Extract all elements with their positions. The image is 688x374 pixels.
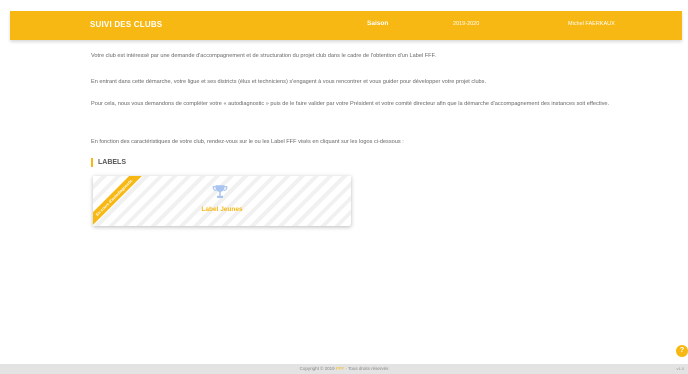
- version-label: v1.0: [676, 366, 684, 371]
- label-jeunes-title: Label Jeunes: [201, 206, 243, 213]
- intro-paragraph-2: En entrant dans cette démarche, votre li…: [91, 79, 487, 85]
- status-ribbon: En cours d'autodiagnostic: [93, 176, 143, 226]
- season-selector[interactable]: 2019-2020: [453, 21, 479, 27]
- app-title[interactable]: SUIVI DES CLUBS: [90, 20, 162, 29]
- footer: Copyright © 2019 FFF · Tous droits réser…: [0, 364, 688, 374]
- status-ribbon-text: En cours d'autodiagnostic: [93, 176, 142, 226]
- copyright-prefix: Copyright © 2019: [299, 366, 335, 371]
- labels-section-title: LABELS: [91, 158, 126, 167]
- help-icon[interactable]: ?: [676, 345, 688, 357]
- copyright-suffix: · Tous droits réservés: [345, 366, 389, 371]
- trophy-icon: [212, 185, 228, 198]
- intro-paragraph-1: Votre club est intéressé par une demande…: [91, 53, 436, 59]
- season-label: Saison: [367, 20, 389, 27]
- user-menu[interactable]: Michel FAERKAUX: [568, 21, 615, 27]
- top-navbar: SUIVI DES CLUBS Saison 2019-2020 Michel …: [10, 11, 682, 40]
- copyright-brand-link[interactable]: FFF: [336, 366, 344, 371]
- intro-paragraph-3: Pour cela, nous vous demandons de complé…: [91, 101, 610, 107]
- intro-paragraph-4: En fonction des caractéristiques de votr…: [91, 139, 404, 145]
- label-jeunes-card[interactable]: En cours d'autodiagnostic Label Jeunes: [93, 176, 351, 226]
